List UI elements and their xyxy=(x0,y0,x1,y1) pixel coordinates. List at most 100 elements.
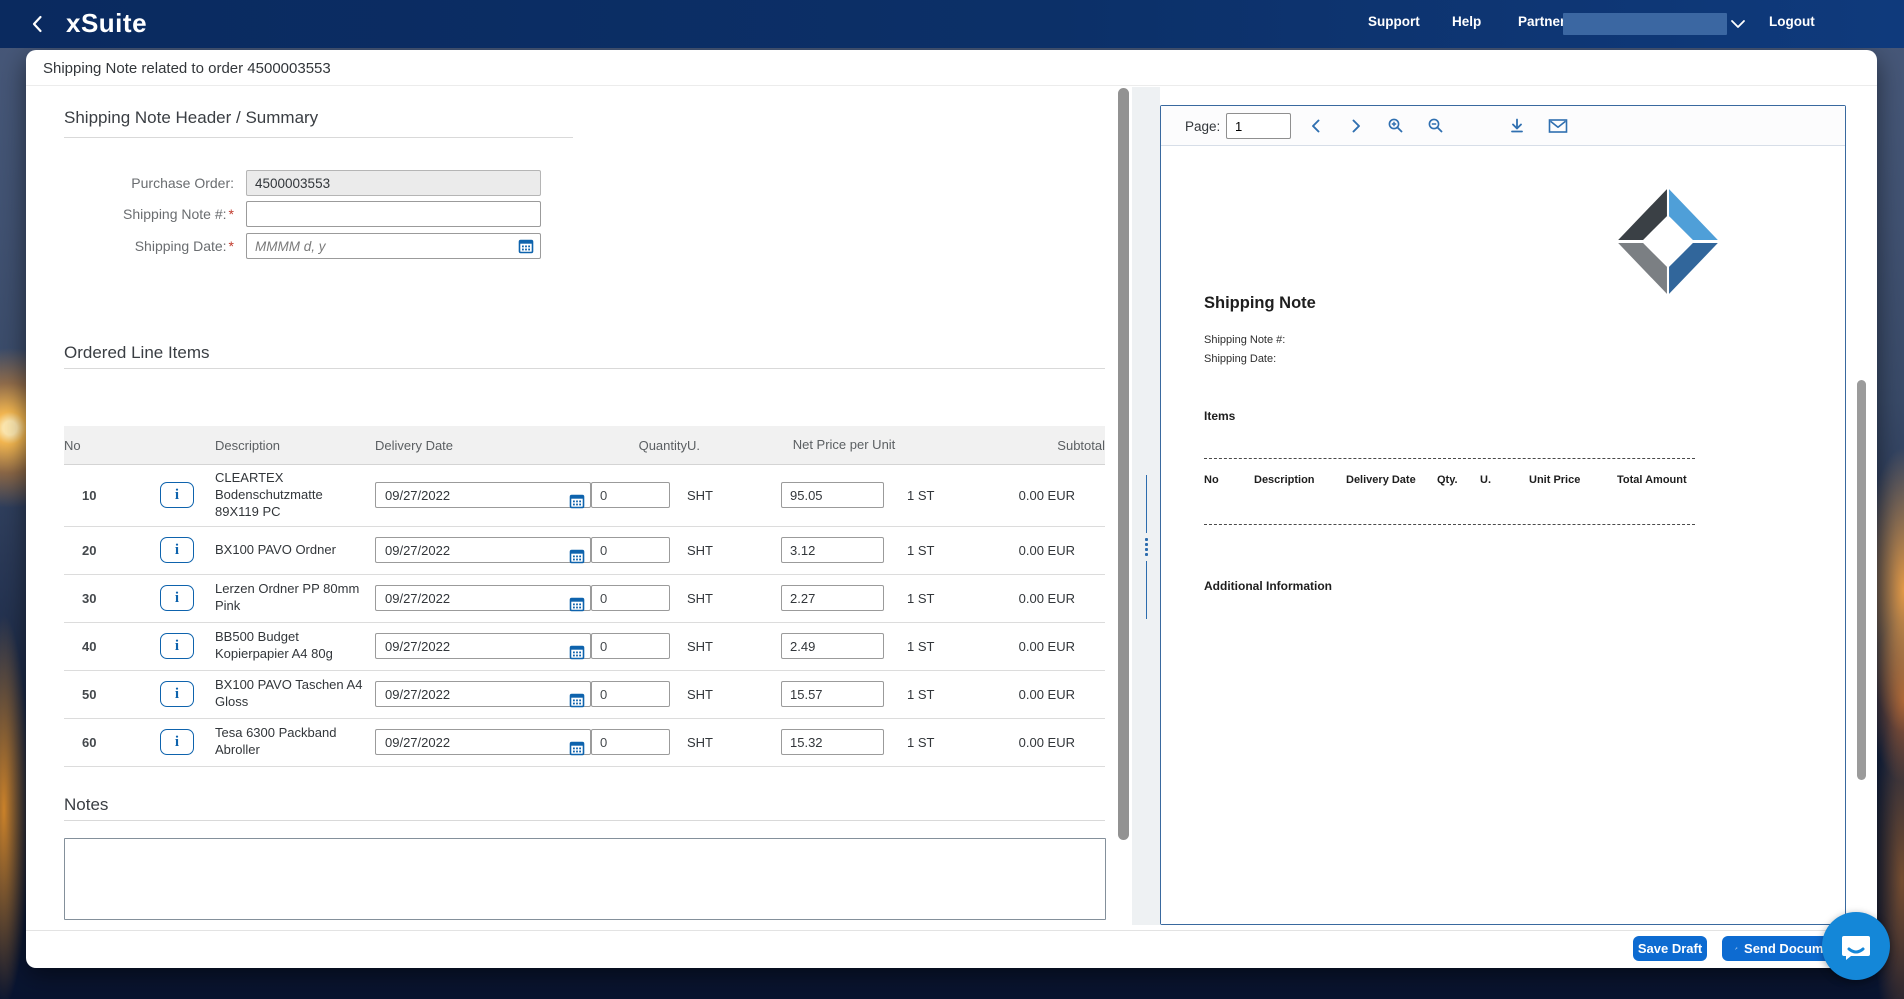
row-unit: SHT xyxy=(687,542,713,558)
line-items-rule xyxy=(64,368,1105,369)
info-icon: i xyxy=(174,486,180,503)
row-no: 40 xyxy=(82,638,97,654)
row-unit: SHT xyxy=(687,590,713,606)
row-unit: SHT xyxy=(687,487,713,503)
info-button[interactable]: i xyxy=(160,482,194,509)
table-row: 10 i CLEARTEX Bodenschutzmatte 89X119 PC… xyxy=(64,465,1105,527)
row-per: 1 ST xyxy=(907,686,935,702)
dashed-divider xyxy=(1204,458,1695,459)
email-icon[interactable] xyxy=(1548,117,1568,140)
info-button[interactable]: i xyxy=(160,729,194,756)
footer-divider xyxy=(26,930,1877,931)
info-button[interactable]: i xyxy=(160,585,194,612)
zoom-out-icon[interactable] xyxy=(1427,117,1445,140)
row-per: 1 ST xyxy=(907,487,935,503)
net-price-input[interactable] xyxy=(781,681,884,708)
calendar-icon[interactable] xyxy=(518,238,534,259)
row-per: 1 ST xyxy=(907,638,935,654)
net-price-input[interactable] xyxy=(781,482,884,509)
logout-link[interactable]: Logout xyxy=(1769,14,1815,29)
notes-textarea[interactable] xyxy=(64,838,1106,920)
calendar-icon[interactable] xyxy=(569,493,585,512)
quantity-input[interactable] xyxy=(591,482,670,509)
header-summary-rule xyxy=(64,137,573,138)
row-no: 20 xyxy=(82,542,97,558)
required-asterisk: * xyxy=(228,238,234,254)
calendar-icon[interactable] xyxy=(569,596,585,615)
notes-rule xyxy=(64,820,1105,821)
col-unit: U. xyxy=(687,437,700,453)
line-items-heading: Ordered Line Items xyxy=(64,343,210,362)
chat-widget-button[interactable] xyxy=(1822,912,1890,980)
splitter-grip[interactable] xyxy=(1132,475,1160,635)
row-subtotal: 0.00 EUR xyxy=(1018,734,1075,750)
chevron-down-icon[interactable] xyxy=(1730,17,1746,35)
row-subtotal: 0.00 EUR xyxy=(1018,686,1075,702)
page-number-input[interactable] xyxy=(1226,113,1291,139)
dashed-divider xyxy=(1204,524,1695,525)
doc-col-no: No xyxy=(1204,474,1219,486)
shipping-date-label: Shipping Date: * xyxy=(134,238,234,254)
table-row: 30 i Lerzen Ordner PP 80mm Pink SHT 1 ST… xyxy=(64,575,1105,623)
calendar-icon[interactable] xyxy=(569,644,585,663)
row-no: 10 xyxy=(82,487,97,503)
calendar-icon[interactable] xyxy=(569,548,585,567)
quantity-input[interactable] xyxy=(591,633,670,660)
quantity-input[interactable] xyxy=(591,681,670,708)
previous-page-icon[interactable] xyxy=(1307,117,1325,140)
row-subtotal: 0.00 EUR xyxy=(1018,487,1075,503)
header-summary-heading: Shipping Note Header / Summary xyxy=(64,108,319,127)
save-draft-button[interactable]: Save Draft xyxy=(1633,936,1707,961)
shipping-note-label: Shipping Note #: * xyxy=(123,206,234,222)
zoom-in-icon[interactable] xyxy=(1387,117,1405,140)
row-description: BB500 Budget Kopierpapier A4 80g xyxy=(215,629,333,662)
delivery-date-input[interactable] xyxy=(375,729,591,756)
row-subtotal: 0.00 EUR xyxy=(1018,542,1075,558)
info-button[interactable]: i xyxy=(160,681,194,708)
info-button[interactable]: i xyxy=(160,633,194,660)
document-shipping-date-label: Shipping Date: xyxy=(1204,353,1277,365)
doc-col-u: U. xyxy=(1480,474,1491,486)
purchase-order-field xyxy=(246,170,541,196)
delivery-date-input[interactable] xyxy=(375,633,591,660)
delivery-date-input[interactable] xyxy=(375,537,591,564)
purchase-order-label: Purchase Order: xyxy=(131,175,234,191)
partner-select[interactable] xyxy=(1563,13,1727,35)
partner-label: Partner xyxy=(1518,14,1566,29)
net-price-input[interactable] xyxy=(781,729,884,756)
next-page-icon[interactable] xyxy=(1347,117,1365,140)
table-row: 20 i BX100 PAVO Ordner SHT 1 ST 0.00 EUR xyxy=(64,527,1105,575)
row-description: Lerzen Ordner PP 80mm Pink xyxy=(215,581,360,614)
col-no: No xyxy=(64,437,81,453)
calendar-icon[interactable] xyxy=(569,740,585,759)
document-title: Shipping Note xyxy=(1204,294,1316,312)
delivery-date-input[interactable] xyxy=(375,585,591,612)
help-link[interactable]: Help xyxy=(1452,14,1481,29)
net-price-input[interactable] xyxy=(781,585,884,612)
col-net-price: Net Price per Unit xyxy=(792,436,896,452)
col-info xyxy=(160,441,215,449)
shipping-date-field[interactable] xyxy=(246,233,541,259)
quantity-input[interactable] xyxy=(591,729,670,756)
row-no: 60 xyxy=(82,734,97,750)
back-icon[interactable] xyxy=(26,12,50,36)
document-columns-row: No Description Delivery Date Qty. U. Uni… xyxy=(1204,474,1704,486)
calendar-icon[interactable] xyxy=(569,692,585,711)
preview-scrollbar[interactable] xyxy=(1857,380,1866,780)
net-price-input[interactable] xyxy=(781,633,884,660)
left-pane-scrollbar[interactable] xyxy=(1118,88,1129,840)
net-price-input[interactable] xyxy=(781,537,884,564)
send-arrow-icon xyxy=(1735,947,1738,950)
info-icon: i xyxy=(174,541,180,558)
quantity-input[interactable] xyxy=(591,585,670,612)
shipping-note-field[interactable] xyxy=(246,201,541,227)
delivery-date-input[interactable] xyxy=(375,482,591,509)
info-button[interactable]: i xyxy=(160,537,194,564)
document-shipping-note-label: Shipping Note #: xyxy=(1204,334,1286,346)
download-icon[interactable] xyxy=(1508,117,1526,140)
title-divider xyxy=(26,85,1877,86)
support-link[interactable]: Support xyxy=(1368,14,1420,29)
quantity-input[interactable] xyxy=(591,537,670,564)
delivery-date-input[interactable] xyxy=(375,681,591,708)
col-quantity: Quantity xyxy=(638,437,687,453)
